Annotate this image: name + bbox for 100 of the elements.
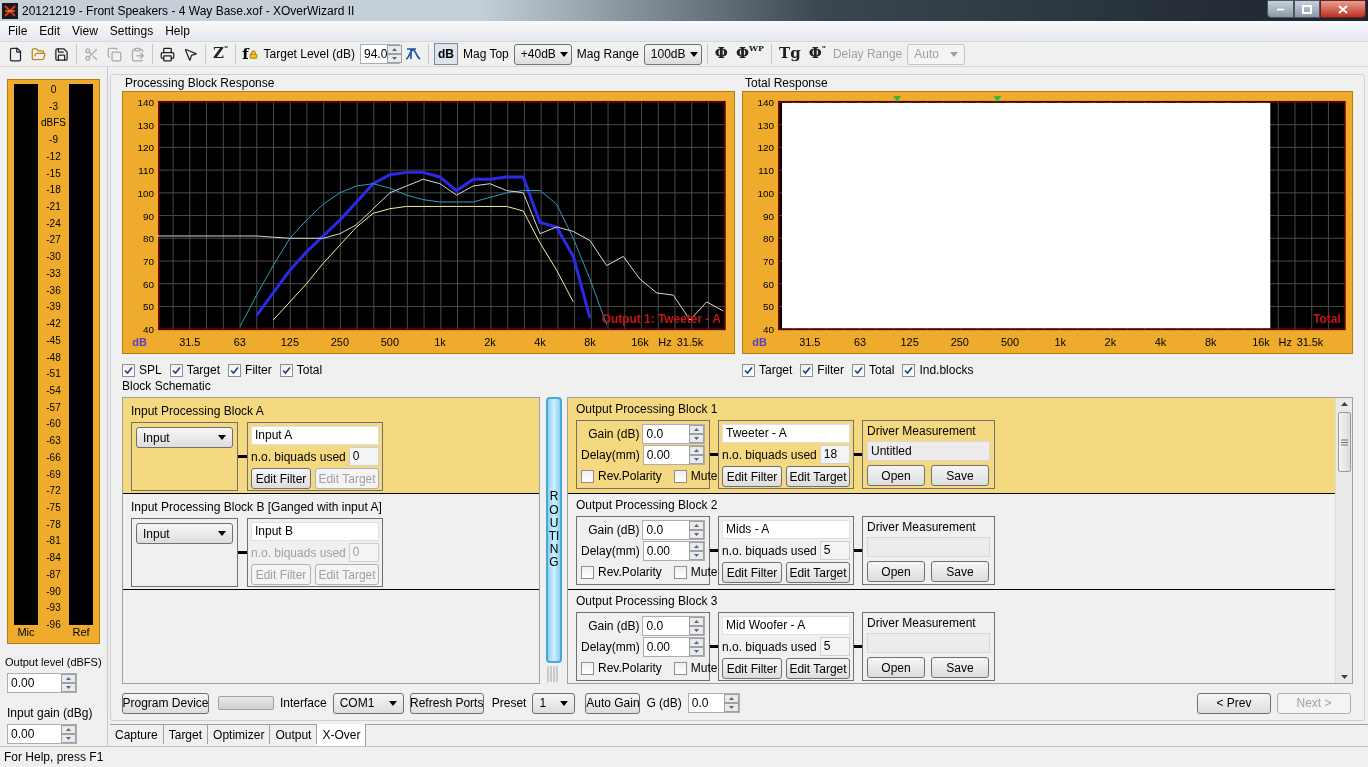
gain-field[interactable]: 0.0	[642, 616, 705, 636]
checkbox-label: Total	[296, 362, 323, 379]
routing-bar[interactable]: ROUTING	[546, 397, 562, 663]
save-button[interactable]: Save	[931, 465, 989, 486]
dropdown[interactable]: +40dB	[513, 43, 572, 65]
toolbar-button[interactable]: Φ"	[804, 43, 830, 65]
edit-filter-button[interactable]: Edit Filter	[722, 658, 782, 679]
meter-scale-label: -90	[46, 585, 61, 598]
delay-field[interactable]: 0.00	[642, 541, 705, 561]
checkbox[interactable]	[122, 363, 135, 377]
edit-target-button[interactable]: Edit Target	[786, 658, 850, 679]
meter-scale-label: -57	[46, 401, 61, 414]
spin-arrows-icon[interactable]	[689, 521, 704, 539]
field-label: Gain (dB)	[587, 522, 640, 539]
minimize-button[interactable]	[1267, 0, 1294, 18]
menu-item[interactable]: File	[2, 22, 34, 40]
scrollbar-thumb[interactable]	[1337, 412, 1351, 472]
dropdown[interactable]: 100dB	[643, 43, 702, 65]
db-toggle-button[interactable]: dB	[433, 43, 458, 65]
checkbox[interactable]	[169, 363, 183, 377]
name-field[interactable]: Input A	[251, 426, 379, 445]
meter-scale-label: -78	[46, 518, 61, 531]
open-button[interactable]: Open	[867, 657, 925, 678]
refresh-ports-button[interactable]: Refresh Ports	[409, 692, 484, 714]
close-button[interactable]	[1320, 0, 1366, 18]
box-title: Driver Measurement	[867, 424, 977, 439]
target-level-field[interactable]: 94.0	[359, 44, 400, 64]
caret-icon	[950, 51, 959, 57]
save-button[interactable]: Save	[931, 657, 989, 678]
edit-target-button[interactable]: Edit Target	[786, 562, 850, 583]
spin-arrows-icon[interactable]	[387, 45, 403, 63]
delay-field[interactable]: 0.00	[642, 637, 705, 657]
meter-scale-label: -24	[46, 217, 61, 230]
checkbox[interactable]	[800, 363, 814, 377]
meter-scale-label: -42	[46, 318, 61, 331]
menu-item[interactable]: Edit	[33, 22, 67, 40]
maximize-button[interactable]	[1294, 0, 1320, 18]
edit-filter-button[interactable]: Edit Filter	[722, 562, 782, 583]
spin-arrows-icon[interactable]	[689, 638, 704, 656]
axis-tick-label: 90	[763, 210, 775, 222]
spin-arrows-icon[interactable]	[61, 673, 76, 692]
checkbox[interactable]	[673, 661, 687, 675]
checkbox[interactable]	[581, 469, 594, 483]
menu-item[interactable]: View	[66, 22, 104, 40]
checkbox[interactable]	[673, 469, 687, 483]
scrollbar[interactable]	[1335, 398, 1352, 683]
toolbar-button[interactable]: f	[239, 43, 261, 65]
toolbar-button[interactable]: Φ	[710, 43, 732, 65]
block-title: Output Processing Block 1	[576, 402, 719, 417]
open-button[interactable]: Open	[867, 465, 925, 486]
spin-arrows-icon[interactable]	[689, 446, 704, 464]
spin-arrows-icon[interactable]	[61, 724, 76, 743]
checkbox-label: Ind.blocks	[919, 362, 974, 379]
auto-gain-button[interactable]: Auto Gain	[585, 692, 641, 714]
meter-scale-label: 0	[50, 84, 57, 96]
spin-arrows-icon[interactable]	[689, 425, 704, 443]
output-level-field[interactable]: 0.00	[7, 672, 77, 693]
field-label: Gain (dB)	[587, 426, 640, 443]
edit-filter-button[interactable]: Edit Filter	[251, 468, 311, 489]
field-label: Delay(mm)	[581, 543, 640, 560]
open-button[interactable]: Open	[867, 561, 925, 582]
checkbox[interactable]	[581, 565, 594, 579]
checkbox[interactable]	[673, 565, 687, 579]
close-icon	[1338, 4, 1348, 14]
edit-filter-button[interactable]: Edit Filter	[722, 466, 782, 487]
axis-tick-label: 130	[137, 119, 155, 131]
checkbox[interactable]	[742, 363, 755, 377]
gain-field[interactable]: 0.0	[642, 520, 705, 540]
program-device-button[interactable]: Program Device	[122, 692, 209, 714]
checkbox[interactable]	[902, 363, 916, 377]
save-button[interactable]: Save	[931, 561, 989, 582]
checkbox[interactable]	[279, 363, 293, 377]
axis-tick-label: 50	[763, 301, 775, 313]
tab[interactable]: X-Over	[317, 724, 367, 746]
prev-button[interactable]: < Prev	[1197, 692, 1271, 714]
name-field[interactable]: Tweeter - A	[722, 424, 850, 443]
checkbox[interactable]	[581, 661, 594, 675]
meter-scale-label: -27	[46, 234, 61, 247]
checkbox[interactable]	[852, 363, 866, 377]
gain-field[interactable]: 0.0	[687, 693, 740, 713]
dropdown[interactable]: Input	[136, 427, 233, 448]
new-file-icon	[8, 46, 23, 62]
menu-item[interactable]: Settings	[103, 22, 160, 40]
spin-arrows-icon[interactable]	[689, 542, 704, 560]
preset-dropdown[interactable]: 1	[532, 692, 576, 714]
axis-tick-label: 8k	[584, 336, 596, 349]
toolbar-button[interactable]: Tg	[775, 43, 805, 65]
interface-dropdown[interactable]: COM1	[332, 692, 404, 714]
checkbox[interactable]	[228, 363, 242, 377]
axis-tick-label: 500	[1000, 336, 1020, 349]
gain-field[interactable]: 0.0	[642, 424, 705, 444]
name-field[interactable]: Mid Woofer - A	[722, 616, 850, 635]
spin-arrows-icon[interactable]	[689, 617, 704, 635]
delay-field[interactable]: 0.00	[642, 445, 705, 465]
edit-target-button[interactable]: Edit Target	[786, 466, 850, 487]
toolbar-button[interactable]: Z"	[209, 43, 233, 65]
name-field[interactable]: Mids - A	[722, 520, 850, 539]
spin-arrows-icon[interactable]	[723, 694, 739, 712]
menu-item[interactable]: Help	[159, 22, 196, 40]
input-gain-field[interactable]: 0.00	[7, 723, 77, 744]
